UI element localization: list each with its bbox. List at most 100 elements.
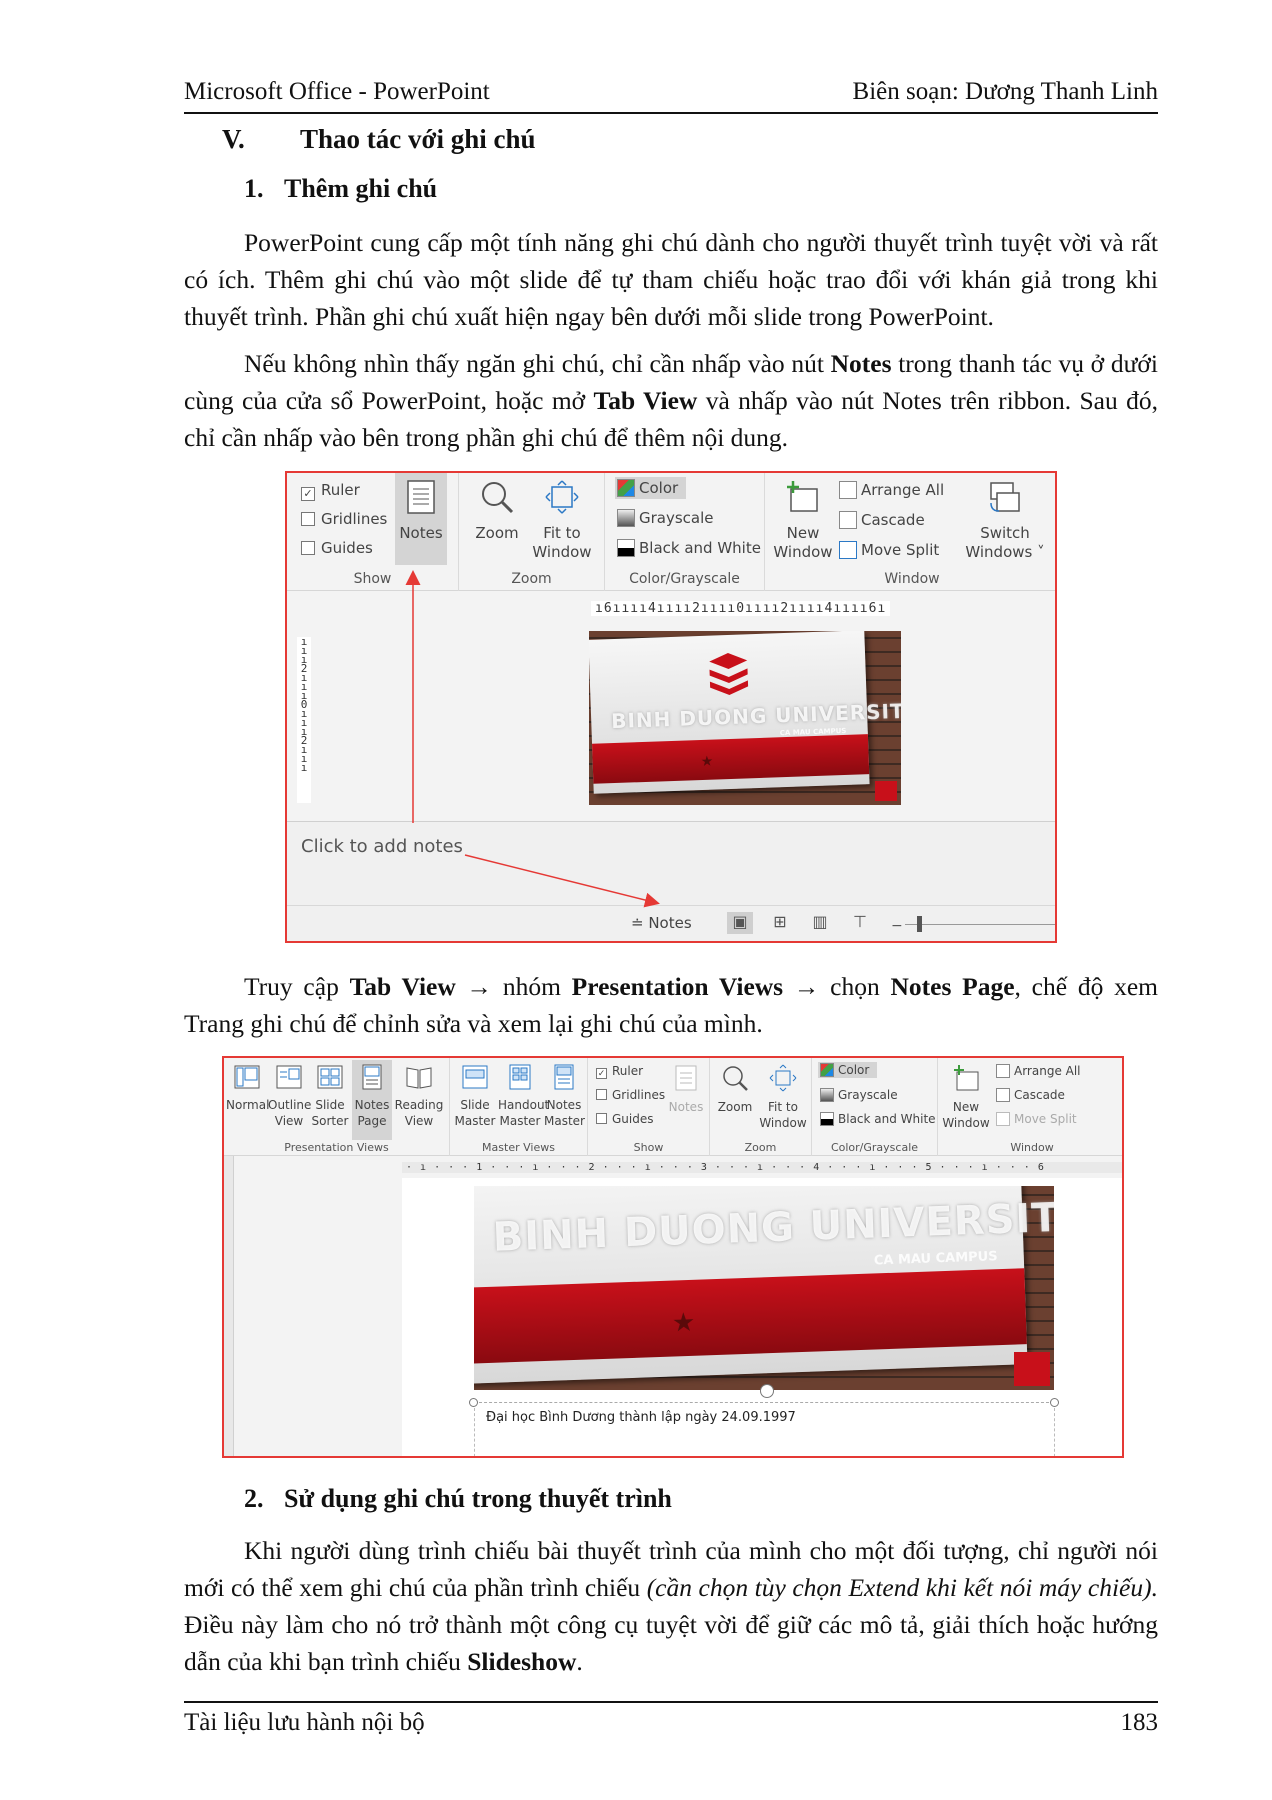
slide-master-label-1: Slide <box>460 1098 490 1112</box>
notes-page-icon <box>362 1064 382 1090</box>
bold-notes-page: Notes Page <box>890 972 1015 1001</box>
notes-box-right-border <box>1054 1408 1055 1456</box>
resize-handle-icon[interactable] <box>1050 1398 1059 1407</box>
cascade-label: Cascade <box>1014 1088 1065 1102</box>
outline-label-1: Outline <box>268 1098 312 1112</box>
text-run: . <box>576 1647 583 1676</box>
subsection-heading-1: 1. Thêm ghi chú <box>244 174 437 204</box>
subsection-number: 1. <box>244 174 264 203</box>
subsection-heading-2: 2. Sử dụng ghi chú trong thuyết trình <box>244 1484 672 1514</box>
slide-sorter-label-2: Sorter <box>311 1114 349 1128</box>
rotate-handle-icon[interactable] <box>760 1384 774 1398</box>
handout-master-button[interactable]: Handout Master <box>498 1064 550 1129</box>
horizontal-ruler: · ı · · · 1 · · · ı · · · 2 · · · ı · · … <box>402 1162 1122 1173</box>
paragraph-notes-button: Nếu không nhìn thấy ngăn ghi chú, chỉ cầ… <box>184 345 1158 456</box>
reading-view-icon <box>406 1067 432 1089</box>
normal-view-icon <box>234 1065 260 1089</box>
header-author: Biên soạn: Dương Thanh Linh <box>852 78 1158 105</box>
ruler-label: Ruler <box>612 1064 644 1078</box>
text-run: → nhóm <box>455 972 572 1001</box>
slide-campus-label: CA MAU CAMPUS <box>873 1249 998 1269</box>
gridlines-checkbox[interactable]: Gridlines <box>596 1088 665 1102</box>
group-label: Master Views <box>482 1141 555 1154</box>
new-label-1: New <box>952 1100 980 1114</box>
group-label: Show <box>633 1141 664 1154</box>
star-icon: ★ <box>671 1307 696 1339</box>
resize-handle-icon[interactable] <box>469 1398 478 1407</box>
outline-view-button[interactable]: Outline View <box>268 1064 312 1129</box>
thumbnail-pane-edge[interactable] <box>224 1156 234 1456</box>
header-title: Microsoft Office - PowerPoint <box>184 78 490 105</box>
outline-view-icon <box>276 1065 302 1089</box>
section-heading: V. Thao tác với ghi chú <box>222 124 536 155</box>
ribbon: Normal Outline View Slide Sorter Notes P… <box>224 1058 1122 1156</box>
slide-master-button[interactable]: Slide Master <box>454 1064 496 1129</box>
notes-page-label-2: Page <box>357 1114 387 1128</box>
handout-label-1: Handout <box>498 1098 550 1112</box>
group-label: Presentation Views <box>284 1141 389 1154</box>
annotation-arrows <box>405 570 660 908</box>
grayscale-button[interactable]: Grayscale <box>820 1088 898 1102</box>
arrange-all-button[interactable]: Arrange All <box>996 1064 1081 1078</box>
cascade-button[interactable]: Cascade <box>996 1088 1065 1102</box>
paragraph-notes-page: Truy cập Tab View → nhóm Presentation Vi… <box>184 968 1158 1042</box>
black-white-button[interactable]: Black and White <box>820 1112 936 1126</box>
slide-on-notes-page[interactable]: BINH DUONG UNIVERSITY CA MAU CAMPUS ★ <box>474 1186 1054 1390</box>
notes-box-left-border <box>474 1408 475 1456</box>
fit-label-2: Window <box>759 1116 807 1130</box>
guides-label: Guides <box>612 1112 654 1126</box>
new-label-2: Window <box>942 1116 990 1130</box>
notes-page-button[interactable]: Notes Page <box>352 1060 392 1140</box>
normal-label: Normal <box>226 1098 270 1112</box>
ruler-checkbox[interactable]: ✓ Ruler <box>596 1064 643 1079</box>
grayscale-label: Grayscale <box>838 1088 898 1102</box>
subsection-number: 2. <box>244 1484 264 1513</box>
notes-button-disabled[interactable]: Notes <box>668 1064 704 1115</box>
subsection-title: Thêm ghi chú <box>284 174 438 203</box>
bold-tab-view: Tab View <box>593 386 698 415</box>
new-window-button[interactable]: New Window <box>942 1064 990 1131</box>
magnifier-icon <box>723 1066 748 1091</box>
section-number: V. <box>222 124 245 154</box>
notes-master-label-1: Notes <box>546 1098 582 1112</box>
notes-text-field[interactable]: Đại học Bình Dương thành lập ngày 24.09.… <box>486 1410 796 1425</box>
ribbon-group-window: New Window Arrange All Cascade Move Spli… <box>938 1058 1122 1156</box>
group-label: Window <box>1010 1141 1054 1154</box>
slide-master-label-2: Master <box>454 1114 496 1128</box>
guides-checkbox[interactable]: Guides <box>596 1112 654 1126</box>
notes-master-button[interactable]: Notes Master <box>544 1064 585 1129</box>
normal-view-button[interactable]: Normal <box>226 1064 270 1113</box>
outline-label-2: View <box>274 1114 304 1128</box>
group-label: Color/Grayscale <box>830 1141 919 1154</box>
notes-master-label-2: Master <box>544 1114 585 1128</box>
screenshot-notes-page-view: Normal Outline View Slide Sorter Notes P… <box>222 1056 1124 1458</box>
bold-notes: Notes <box>830 349 892 378</box>
checkbox-icon <box>596 1113 607 1124</box>
gridlines-label: Gridlines <box>612 1088 666 1102</box>
slide-master-icon <box>462 1065 488 1089</box>
bw-swatch-icon <box>820 1112 834 1126</box>
reading-label-2: View <box>404 1114 434 1128</box>
slide-sorter-icon <box>317 1065 343 1089</box>
text-run: Nếu không nhìn thấy ngăn ghi chú, chỉ cầ… <box>244 349 831 378</box>
italic-extend-note: (cần chọn tùy chọn Extend khi kết nói má… <box>646 1573 1158 1602</box>
new-window-icon <box>954 1065 979 1091</box>
slide-sorter-button[interactable]: Slide Sorter <box>310 1064 350 1129</box>
fit-to-window-button[interactable]: Fit to Window <box>758 1064 808 1131</box>
ribbon-group-presentation-views: Normal Outline View Slide Sorter Notes P… <box>224 1058 450 1156</box>
slide-card: BINH DUONG UNIVERSITY CA MAU CAMPUS ★ <box>474 1186 1054 1384</box>
section-title: Thao tác với ghi chú <box>300 124 536 154</box>
page-header: Microsoft Office - PowerPoint Biên soạn:… <box>184 78 1158 114</box>
ribbon-group-color: Color Grayscale Black and White Color/Gr… <box>812 1058 938 1156</box>
paragraph-intro: PowerPoint cung cấp một tính năng ghi ch… <box>184 228 1158 331</box>
zoom-button[interactable]: Zoom <box>714 1064 756 1115</box>
screenshot-notes-pane: ✓ Ruler Gridlines Guides Notes Show Zoom … <box>285 471 1057 943</box>
ribbon-group-zoom: Zoom Fit to Window Zoom <box>710 1058 812 1156</box>
move-split-icon <box>996 1112 1010 1126</box>
move-split-button[interactable]: Move Split <box>996 1112 1077 1126</box>
page-footer: Tài liệu lưu hành nội bộ 183 <box>184 1701 1158 1741</box>
fit-window-icon <box>769 1064 797 1092</box>
bold-tab-view: Tab View <box>349 972 456 1001</box>
color-button[interactable]: Color <box>818 1062 878 1078</box>
reading-view-button[interactable]: Reading View <box>394 1064 444 1129</box>
